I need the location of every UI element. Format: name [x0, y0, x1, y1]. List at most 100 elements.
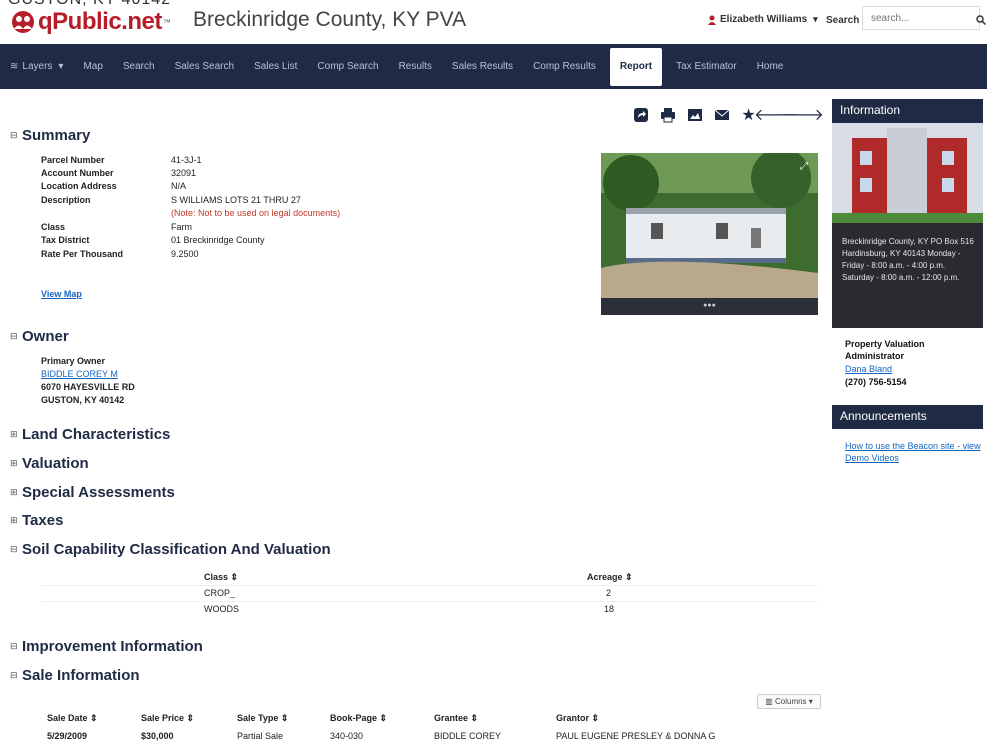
nav-comp-search[interactable]: Comp Search: [307, 44, 388, 89]
user-menu[interactable]: Elizabeth Williams ▾: [708, 14, 818, 25]
expand-icon[interactable]: ⤢: [800, 161, 808, 172]
section-valuation-header[interactable]: ⊞ Valuation: [10, 455, 89, 472]
cell-class: CROP_: [204, 588, 236, 598]
section-title: Summary: [22, 127, 91, 144]
section-title: Valuation: [22, 455, 89, 472]
pva-title: Property Valuation Administrator: [845, 339, 925, 361]
announcements-header: Announcements: [832, 405, 983, 429]
share-icon[interactable]: [632, 106, 649, 123]
email-icon[interactable]: [713, 106, 730, 123]
print-icon[interactable]: [659, 106, 676, 123]
nav-home[interactable]: Home: [747, 44, 794, 89]
cell-sale-price: $30,000: [141, 731, 174, 741]
column-header-grantee[interactable]: Grantee ⇕: [434, 713, 478, 724]
section-owner-header[interactable]: ⊟ Owner: [10, 328, 69, 345]
label-primary-owner: Primary Owner: [41, 356, 106, 366]
label-description: Description: [41, 195, 91, 205]
value-tax-district: 01 Breckinridge County: [171, 235, 265, 245]
report-toolbar: ★ 🡐 🡒: [632, 106, 824, 124]
column-header-sale-date[interactable]: Sale Date ⇕: [47, 713, 98, 724]
expand-section-icon: ⊞: [10, 458, 18, 468]
search-input[interactable]: [862, 6, 980, 30]
column-header-acreage[interactable]: Acreage ⇕: [587, 572, 633, 583]
section-improvement-header[interactable]: ⊟ Improvement Information: [10, 638, 203, 655]
label-class: Class: [41, 222, 66, 232]
description-note: (Note: Not to be used on legal documents…: [171, 208, 341, 218]
expand-section-icon: ⊞: [10, 515, 18, 525]
section-summary-header[interactable]: ⊟ Summary: [10, 127, 90, 144]
table-header-row: Class ⇕ Acreage ⇕: [42, 570, 818, 586]
chevron-down-icon: ▾: [813, 14, 818, 24]
section-special-assessments-header[interactable]: ⊞ Special Assessments: [10, 484, 175, 501]
demo-videos-link[interactable]: How to use the Beacon site - view Demo V…: [845, 440, 985, 464]
logo-people-icon: [10, 10, 36, 34]
arrow-right-icon[interactable]: 🡒: [781, 106, 824, 124]
nav-comp-results[interactable]: Comp Results: [523, 44, 606, 89]
search-icon[interactable]: [976, 12, 987, 26]
information-panel-header: Information: [832, 99, 983, 123]
office-info-caption: Breckinridge County, KY PO Box 516 Hardi…: [842, 237, 974, 282]
value-description: S WILLIAMS LOTS 21 THRU 27: [171, 195, 301, 205]
nav-sales-list[interactable]: Sales List: [244, 44, 307, 89]
section-title: Special Assessments: [22, 484, 175, 501]
chevron-down-icon: ▾: [58, 61, 64, 72]
section-soil-header[interactable]: ⊟ Soil Capability Classification And Val…: [10, 541, 331, 558]
label-account-number: Account Number: [41, 168, 114, 178]
office-photo: Breckinridge County, KY PO Box 516 Hardi…: [832, 123, 983, 328]
column-header-class[interactable]: Class ⇕: [204, 572, 238, 583]
nav-sales-results[interactable]: Sales Results: [442, 44, 523, 89]
collapse-icon: ⊟: [10, 331, 18, 341]
column-header-sale-type[interactable]: Sale Type ⇕: [237, 713, 288, 724]
user-icon: [708, 15, 716, 25]
collapse-icon: ⊟: [10, 544, 18, 554]
cell-acreage: 2: [606, 588, 612, 598]
carousel-dots[interactable]: ●●●: [601, 302, 818, 309]
cell-grantor: PAUL EUGENE PRESLEY & DONNA G: [556, 731, 716, 741]
pva-phone: (270) 756-5154: [845, 377, 907, 387]
columns-button[interactable]: ▥ Columns ▾: [757, 694, 821, 709]
nav-sales-search[interactable]: Sales Search: [165, 44, 244, 89]
section-title: Improvement Information: [22, 638, 203, 655]
nav-tax-estimator[interactable]: Tax Estimator: [666, 44, 747, 89]
column-header-grantor[interactable]: Grantor ⇕: [556, 713, 599, 724]
section-title: Land Characteristics: [22, 426, 171, 443]
label-parcel-number: Parcel Number: [41, 155, 105, 165]
section-taxes-header[interactable]: ⊞ Taxes: [10, 512, 63, 529]
value-rate-per-thousand: 9.2500: [171, 249, 199, 259]
pva-name-link[interactable]: Dana Bland: [845, 364, 892, 374]
value-class: Farm: [171, 222, 192, 232]
column-header-book-page[interactable]: Book-Page ⇕: [330, 713, 387, 724]
search-label[interactable]: Search: [826, 15, 859, 26]
section-land-characteristics-header[interactable]: ⊞ Land Characteristics: [10, 426, 170, 443]
label-location-address: Location Address: [41, 181, 117, 191]
expand-section-icon: ⊞: [10, 429, 18, 439]
nav-search[interactable]: Search: [113, 44, 165, 89]
label-rate-per-thousand: Rate Per Thousand: [41, 249, 124, 259]
owner-address-line1: 6070 HAYESVILLE RD: [41, 382, 135, 392]
view-map-link[interactable]: View Map: [41, 289, 82, 299]
column-header-sale-price[interactable]: Sale Price ⇕: [141, 713, 194, 724]
cell-class: WOODS: [204, 604, 239, 614]
page-title: Breckinridge County, KY PVA: [193, 8, 467, 31]
nav-map[interactable]: Map: [73, 44, 112, 89]
value-parcel-number: 41-3J-1: [171, 155, 202, 165]
section-title: Taxes: [22, 512, 64, 529]
owner-name-link[interactable]: BIDDLE COREY M: [41, 369, 118, 379]
collapse-icon: ⊟: [10, 641, 18, 651]
expand-section-icon: ⊞: [10, 487, 18, 497]
cell-grantee: BIDDLE COREY: [434, 731, 502, 741]
logo-text: qPublic.net: [38, 8, 162, 35]
collapse-icon: ⊟: [10, 670, 18, 680]
nav-layers[interactable]: ≋ Layers ▾: [0, 44, 73, 89]
nav-report[interactable]: Report: [609, 47, 663, 86]
top-header: qPublic.net ™ Breckinridge County, KY PV…: [0, 0, 987, 40]
table-row: CROP_ 2: [42, 586, 818, 602]
cell-sale-date: 5/29/2009: [47, 731, 88, 741]
qpublic-logo[interactable]: qPublic.net ™: [10, 8, 171, 36]
image-icon[interactable]: [686, 106, 703, 123]
table-row: WOODS 18: [42, 602, 818, 618]
property-photo[interactable]: ⤢ ●●●: [601, 153, 818, 315]
cell-sale-type: Partial Sale: [237, 731, 284, 741]
section-sale-header[interactable]: ⊟ Sale Information: [10, 667, 140, 684]
nav-results[interactable]: Results: [389, 44, 442, 89]
